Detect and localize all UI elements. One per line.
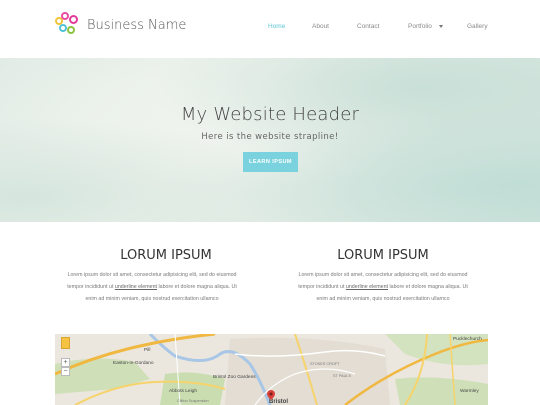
nav-gallery[interactable]: Gallery: [467, 23, 488, 30]
map-label-clifton: Clifton Suspension: [177, 399, 209, 403]
underline-link[interactable]: underline element: [115, 284, 157, 290]
learn-ipsum-button[interactable]: LEARN IPSUM: [243, 152, 298, 172]
pegman-icon[interactable]: [61, 337, 70, 349]
nav-about[interactable]: About: [312, 23, 329, 30]
map-label-easton: Easton-in-Gordano: [113, 361, 154, 366]
column-1-line-1: Lorem ipsum dolor sit amet, consectetur …: [67, 272, 237, 278]
column-1-line-2b: labore et dolore magna aliqua. Ut: [157, 284, 237, 290]
map-label-warmley: Warmley: [460, 389, 479, 394]
nav-portfolio[interactable]: Portfolio: [408, 23, 432, 30]
map-label-pill: Pill: [144, 348, 151, 353]
map-label-abbots-leigh: Abbots Leigh: [169, 389, 198, 394]
map-pin-icon[interactable]: [267, 390, 275, 400]
column-1-line-2a: tempor incididunt ut: [67, 284, 115, 290]
chevron-down-icon[interactable]: [439, 25, 443, 28]
column-2-text: Lorem ipsum dolor sit amet, consectetur …: [280, 269, 486, 305]
column-1-title: LORUM IPSUM: [120, 248, 212, 263]
zoom-in-button[interactable]: +: [61, 358, 70, 367]
colored-circles-logo-icon[interactable]: [55, 12, 81, 36]
nav-contact[interactable]: Contact: [357, 23, 379, 30]
column-1-text: Lorem ipsum dolor sit amet, consectetur …: [49, 269, 255, 305]
column-2-title: LORUM IPSUM: [337, 248, 429, 263]
map-label-stokes-croft: STOKES CROFT: [310, 362, 340, 366]
brand-name[interactable]: Business Name: [87, 18, 186, 33]
nav-home[interactable]: Home: [268, 23, 285, 30]
hero-subtitle: Here is the website strapline!: [201, 132, 339, 142]
hero-title: My Website Header: [180, 104, 360, 125]
zoom-out-button[interactable]: −: [61, 367, 70, 376]
column-2-line-1: Lorem ipsum dolor sit amet, consectetur …: [298, 272, 468, 278]
column-2-line-2b: labore et dolore magna aliqua. Ut: [388, 284, 468, 290]
underline-link[interactable]: underline element: [346, 284, 388, 290]
column-2-line-3: enim ad minim veniam, quis nostrud exerc…: [316, 296, 450, 302]
map-label-zoo: Bristol Zoo Gardens: [213, 375, 256, 380]
column-1-line-3: enim ad minim veniam, quis nostrud exerc…: [85, 296, 219, 302]
map-label-pucklechurch: Pucklechurch: [453, 337, 482, 342]
site-header: Business Name Home About Contact Portfol…: [0, 0, 540, 58]
map-label-st-pauls: ST PAULS: [333, 374, 352, 378]
column-2-line-2a: tempor incididunt ut: [298, 284, 346, 290]
